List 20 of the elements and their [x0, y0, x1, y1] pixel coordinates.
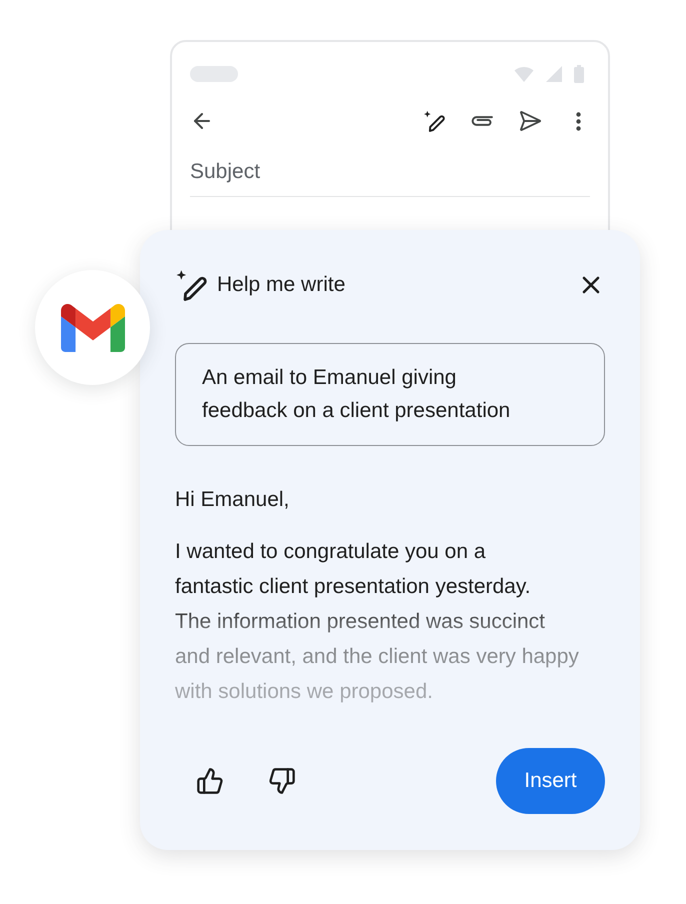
- more-icon: [576, 112, 580, 130]
- thumbs-up-icon: [196, 767, 224, 795]
- pen-sparkle-icon: [423, 110, 445, 132]
- wifi-icon: [514, 65, 534, 83]
- thumbs-up-button[interactable]: [196, 767, 224, 795]
- subject-field[interactable]: Subject: [190, 155, 590, 197]
- signal-icon: [545, 65, 563, 83]
- send-icon: [518, 109, 542, 133]
- draft-paragraph: I wanted to congratulate you on a fantastic client presentation yesterday. The information presented was succinct and relevant, and the client was very happy with solutions we proposed.: [175, 539, 579, 705]
- panel-title: Help me write: [217, 273, 346, 297]
- paperclip-icon: [471, 116, 493, 126]
- help-me-write-button[interactable]: [422, 109, 446, 133]
- thumbs-down-button[interactable]: [268, 767, 296, 795]
- prompt-field[interactable]: An email to Emanuel giving feedback on a client presentation: [175, 343, 605, 446]
- thumbs-down-icon: [268, 767, 296, 795]
- pen-sparkle-icon: [175, 269, 207, 301]
- insert-button[interactable]: Insert: [496, 748, 605, 814]
- battery-icon: [574, 65, 584, 83]
- draft-greeting: Hi Emanuel,: [175, 487, 290, 513]
- send-button[interactable]: [518, 109, 542, 133]
